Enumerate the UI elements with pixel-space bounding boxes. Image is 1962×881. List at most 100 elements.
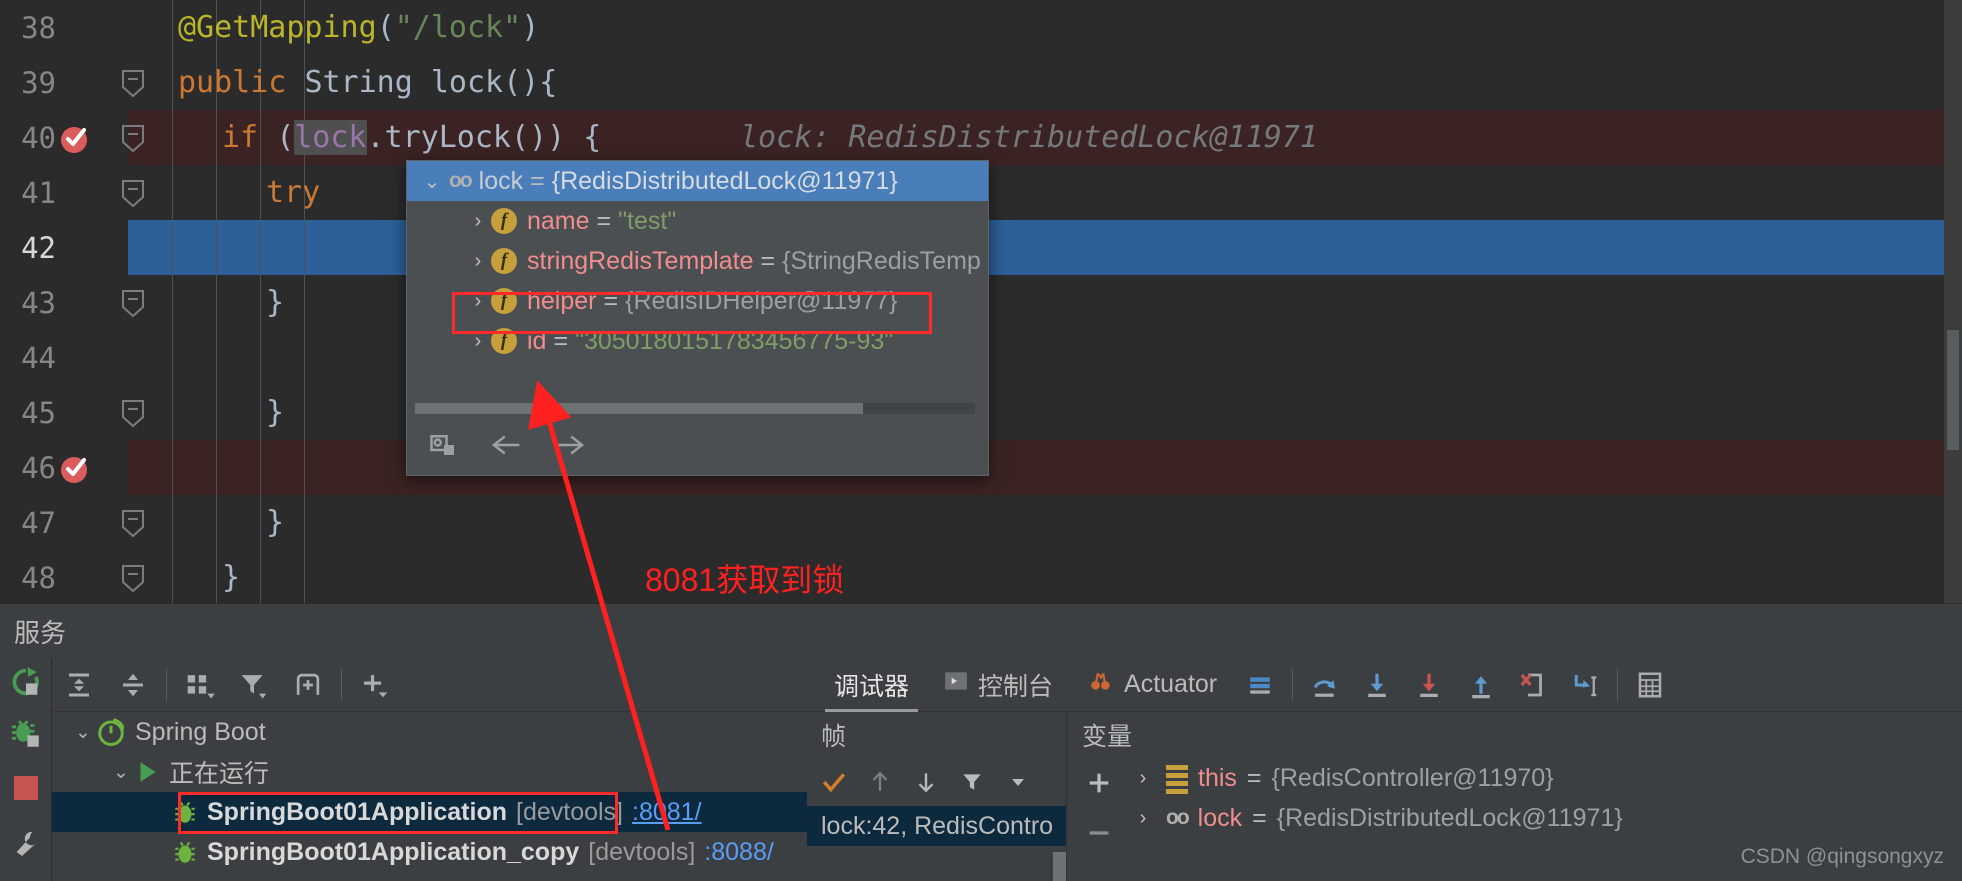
code-line[interactable]: 47} bbox=[0, 495, 1962, 550]
chevron-right-icon[interactable]: › bbox=[465, 330, 491, 353]
variable-inspector-popup[interactable]: ⌄ oo lock = {RedisDistributedLock@11971}… bbox=[406, 160, 989, 476]
ide-window: 38 @GetMapping("/lock") 39 public String lo… bbox=[0, 0, 1962, 881]
code-text: if (lock .tryLock()) { bbox=[222, 110, 601, 165]
chevron-right-icon[interactable]: › bbox=[465, 250, 491, 273]
toolbar-separator bbox=[166, 668, 167, 701]
code-fold-marker[interactable] bbox=[120, 399, 146, 428]
indent-guide bbox=[172, 495, 173, 550]
breakpoint-verified-icon[interactable] bbox=[58, 123, 90, 155]
chevron-right-icon[interactable]: › bbox=[465, 290, 491, 313]
editor-scrollbar-thumb[interactable] bbox=[1947, 330, 1959, 450]
code-fold-marker[interactable] bbox=[120, 124, 146, 153]
services-toolbar[interactable] bbox=[52, 658, 807, 712]
tab-debugger[interactable]: 调试器 bbox=[817, 658, 926, 712]
line-number: 45 bbox=[21, 395, 56, 430]
up-arrow-icon[interactable] bbox=[859, 760, 901, 804]
line-number: 40 bbox=[21, 120, 56, 155]
services-tree[interactable]: ⌄ Spring Boot ⌄ 正在运行 SpringBoot01Application… bbox=[52, 712, 807, 881]
popup-hscrollbar-track[interactable] bbox=[415, 403, 975, 414]
add-service-icon[interactable] bbox=[348, 658, 402, 712]
line-number: 42 bbox=[21, 230, 56, 265]
debug-icon[interactable] bbox=[6, 714, 46, 754]
add-tab-icon[interactable] bbox=[281, 658, 335, 712]
services-left-tool-strip[interactable] bbox=[0, 658, 52, 881]
popup-toolbar[interactable] bbox=[407, 419, 988, 475]
filter-icon[interactable] bbox=[227, 658, 281, 712]
add-watch-icon[interactable] bbox=[1068, 758, 1130, 808]
step-over-icon[interactable] bbox=[1299, 658, 1351, 712]
popup-field-row[interactable]: › f name = "test" bbox=[419, 201, 988, 241]
code-fold-marker[interactable] bbox=[120, 179, 146, 208]
field-icon: f bbox=[491, 208, 517, 234]
tab-actuator[interactable]: Actuator bbox=[1070, 658, 1234, 712]
run-icon bbox=[134, 759, 160, 785]
code-fold-marker[interactable] bbox=[120, 564, 146, 593]
popup-field-row[interactable]: › f helper = {RedisIDHelper@11977} bbox=[419, 281, 988, 321]
drop-frame-icon[interactable] bbox=[1507, 658, 1559, 712]
force-step-into-icon[interactable] bbox=[1403, 658, 1455, 712]
breakpoint-verified-icon[interactable] bbox=[58, 453, 90, 485]
variables-title: 变量 bbox=[1082, 723, 1133, 751]
frames-filter-icon[interactable] bbox=[951, 760, 993, 804]
tree-item--[interactable]: ⌄ 正在运行 bbox=[52, 752, 807, 792]
tree-caret-icon[interactable]: ⌄ bbox=[108, 761, 134, 784]
chevron-right-icon[interactable]: › bbox=[1130, 767, 1156, 790]
execution-line-background bbox=[128, 220, 1944, 275]
popup-field-name: helper bbox=[527, 286, 597, 315]
code-line[interactable]: 48} bbox=[0, 550, 1962, 605]
code-token-selected: lock bbox=[294, 120, 367, 155]
bug-icon bbox=[172, 838, 198, 866]
step-out-icon[interactable] bbox=[1455, 658, 1507, 712]
tree-item-springboot01application[interactable]: SpringBoot01Application [devtools]:8081/ bbox=[52, 792, 807, 832]
collapse-all-icon[interactable] bbox=[106, 658, 160, 712]
frames-dropdown-icon[interactable] bbox=[997, 760, 1039, 804]
popup-field-row[interactable]: › f stringRedisTemplate = {StringRedisTemp bbox=[419, 241, 988, 281]
rerun-icon[interactable] bbox=[6, 662, 46, 702]
frames-scrollbar-thumb[interactable] bbox=[1053, 852, 1066, 881]
tree-caret-icon[interactable]: ⌄ bbox=[70, 721, 96, 744]
forward-arrow-icon[interactable] bbox=[553, 430, 587, 465]
stop-icon[interactable] bbox=[6, 768, 46, 808]
frames-column[interactable]: 帧 lock:42, RedisContro bbox=[807, 712, 1067, 881]
code-fold-marker[interactable] bbox=[120, 509, 146, 538]
frame-item[interactable]: lock:42, RedisContro bbox=[807, 806, 1066, 846]
popup-root-row[interactable]: ⌄ oo lock = {RedisDistributedLock@11971} bbox=[407, 161, 988, 201]
chevron-right-icon[interactable]: › bbox=[465, 210, 491, 233]
tree-item-spring-boot[interactable]: ⌄ Spring Boot bbox=[52, 712, 807, 752]
popup-hscrollbar-thumb[interactable] bbox=[415, 403, 863, 414]
remove-watch-icon[interactable] bbox=[1068, 808, 1130, 858]
layout-settings-icon[interactable] bbox=[1234, 658, 1286, 712]
tree-item-port-link[interactable]: :8081/ bbox=[632, 798, 702, 827]
editor-scrollbar[interactable] bbox=[1944, 0, 1962, 603]
code-line[interactable]: 39 public String lock(){ bbox=[0, 55, 1962, 110]
frames-toolbar[interactable] bbox=[807, 758, 1066, 806]
debugger-tab-bar[interactable]: 调试器 控制台 Actuator bbox=[807, 658, 1962, 712]
chevron-down-icon[interactable]: ⌄ bbox=[419, 169, 445, 194]
back-arrow-icon[interactable] bbox=[489, 430, 523, 465]
down-arrow-icon[interactable] bbox=[905, 760, 947, 804]
actuator-icon bbox=[1087, 668, 1115, 701]
code-line[interactable]: 40 if (lock .tryLock()) {lock: RedisDistri… bbox=[0, 110, 1962, 165]
evaluate-expression-icon[interactable] bbox=[1624, 658, 1676, 712]
expand-all-icon[interactable] bbox=[52, 658, 106, 712]
code-fold-marker[interactable] bbox=[120, 69, 146, 98]
watch-buttons[interactable] bbox=[1068, 758, 1130, 881]
line-number: 41 bbox=[21, 175, 56, 210]
popup-field-row[interactable]: › f id = "3050180151783456775-93" bbox=[419, 321, 988, 361]
tab-console[interactable]: 控制台 bbox=[926, 658, 1070, 712]
thread-check-icon[interactable] bbox=[813, 760, 855, 804]
chevron-right-icon[interactable]: › bbox=[1130, 807, 1156, 830]
variable-row[interactable]: › this = {RedisController@11970} bbox=[1130, 758, 1623, 798]
tree-item-springboot01application-copy[interactable]: SpringBoot01Application_copy [devtools]:8… bbox=[52, 832, 807, 872]
group-by-icon[interactable] bbox=[173, 658, 227, 712]
run-to-cursor-icon[interactable] bbox=[1559, 658, 1611, 712]
variable-row[interactable]: › oo lock = {RedisDistributedLock@11971} bbox=[1130, 798, 1623, 838]
code-fold-marker[interactable] bbox=[120, 289, 146, 318]
step-into-icon[interactable] bbox=[1351, 658, 1403, 712]
code-line[interactable]: 38 @GetMapping("/lock") bbox=[0, 0, 1962, 55]
services-panel-header: 服务 bbox=[0, 603, 1962, 658]
copy-value-icon[interactable] bbox=[429, 430, 459, 465]
settings-wrench-icon[interactable] bbox=[6, 824, 46, 864]
popup-field-name: stringRedisTemplate bbox=[527, 246, 754, 275]
tree-item-port-link[interactable]: :8088/ bbox=[704, 838, 774, 867]
